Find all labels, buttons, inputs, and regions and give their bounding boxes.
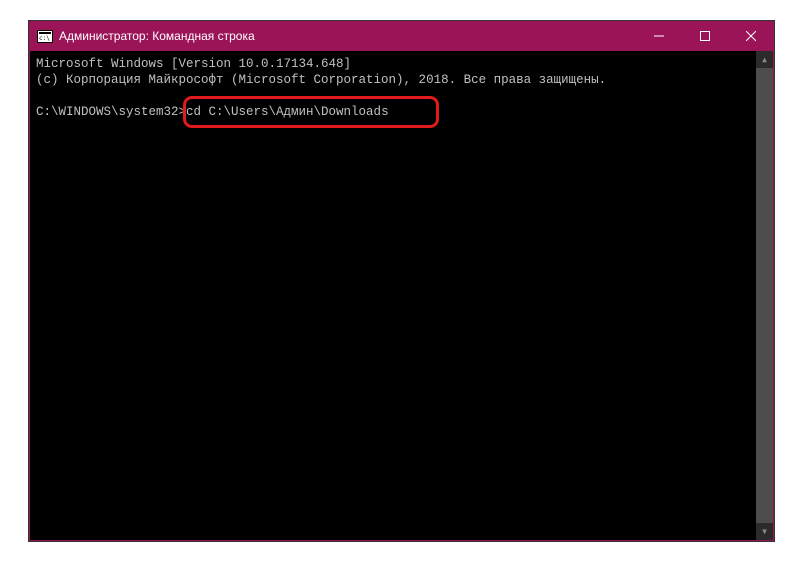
- scrollbar-thumb[interactable]: [756, 68, 773, 523]
- scroll-up-arrow-icon[interactable]: ▲: [756, 51, 773, 68]
- titlebar[interactable]: Администратор: Командная строка: [29, 21, 774, 51]
- output-line: (c) Корпорация Майкрософт (Microsoft Cor…: [36, 73, 606, 87]
- close-button[interactable]: [728, 21, 774, 51]
- scrollbar-vertical[interactable]: ▲ ▼: [756, 51, 773, 540]
- title-group: Администратор: Командная строка: [37, 29, 255, 43]
- prompt-text: C:\WINDOWS\system32>: [36, 105, 186, 119]
- maximize-button[interactable]: [682, 21, 728, 51]
- window-title: Администратор: Командная строка: [59, 29, 255, 43]
- window-controls: [636, 21, 774, 51]
- cmd-icon: [37, 30, 53, 43]
- scroll-down-arrow-icon[interactable]: ▼: [756, 523, 773, 540]
- command-prompt-window: Администратор: Командная строка Microsof…: [28, 20, 775, 542]
- minimize-button[interactable]: [636, 21, 682, 51]
- terminal-area[interactable]: Microsoft Windows [Version 10.0.17134.64…: [30, 51, 773, 540]
- output-line: Microsoft Windows [Version 10.0.17134.64…: [36, 57, 351, 71]
- command-input[interactable]: cd C:\Users\Админ\Downloads: [186, 105, 389, 119]
